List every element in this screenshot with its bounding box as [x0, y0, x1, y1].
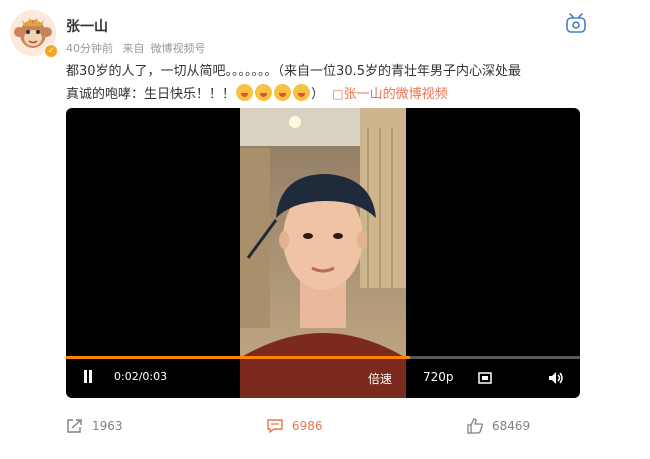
fullscreen-icon[interactable] — [478, 372, 492, 387]
video-thumbnail — [240, 108, 406, 398]
source-prefix: 来自 — [122, 42, 145, 55]
video-player[interactable]: 0:02/0:03 倍速 720p — [66, 108, 580, 398]
video-account-icon[interactable] — [563, 10, 589, 36]
verified-badge-icon: ✓ — [44, 44, 58, 58]
like-button[interactable]: 68469 — [466, 416, 530, 436]
repost-count: 1963 — [92, 419, 123, 433]
post-text-line2: 真诚的咆哮：生日快乐！！！ ） □张一山的微博视频 — [66, 83, 586, 106]
post-text-close: ） — [311, 87, 325, 102]
post-time[interactable]: 40分钟前 — [66, 42, 113, 55]
shouting-emoji-icon — [274, 84, 292, 101]
comment-icon — [267, 419, 283, 434]
progress-fill — [66, 356, 411, 359]
post-text: 都30岁的人了，一切从简吧。。。。。。。（来自一位30.5岁的青壮年男子内心深处… — [66, 60, 586, 106]
repost-button[interactable]: 1963 — [66, 416, 123, 436]
comment-button[interactable]: 6986 — [266, 416, 323, 436]
video-link-icon: □ — [332, 87, 344, 101]
post-text-line2-content: 真诚的咆哮：生日快乐！！！ — [66, 87, 236, 102]
shouting-emoji-icon — [236, 84, 254, 101]
post-source[interactable]: 微博视频号 — [151, 42, 206, 55]
shouting-emoji-icon — [255, 84, 273, 101]
shouting-emoji-icon — [293, 84, 311, 101]
speed-button[interactable]: 倍速 — [368, 370, 392, 387]
like-count: 68469 — [492, 419, 531, 433]
repost-icon — [67, 419, 82, 433]
post-text-line1: 都30岁的人了，一切从简吧。。。。。。。（来自一位30.5岁的青壮年男子内心深处… — [66, 64, 521, 79]
thumbs-up-icon — [467, 418, 483, 434]
playback-time: 0:02/0:03 — [114, 370, 168, 383]
progress-bar[interactable] — [66, 356, 580, 359]
author-name[interactable]: 张一山 — [66, 16, 108, 36]
video-link[interactable]: 张一山的微博视频 — [344, 87, 448, 102]
volume-icon[interactable] — [548, 371, 564, 388]
pause-icon[interactable] — [82, 370, 94, 383]
comment-count: 6986 — [292, 419, 323, 433]
quality-button[interactable]: 720p — [423, 370, 454, 384]
player-controls: 0:02/0:03 倍速 720p — [66, 360, 580, 398]
post-meta: 40分钟前 来自 微博视频号 — [66, 40, 212, 56]
video-frame[interactable] — [240, 108, 406, 398]
